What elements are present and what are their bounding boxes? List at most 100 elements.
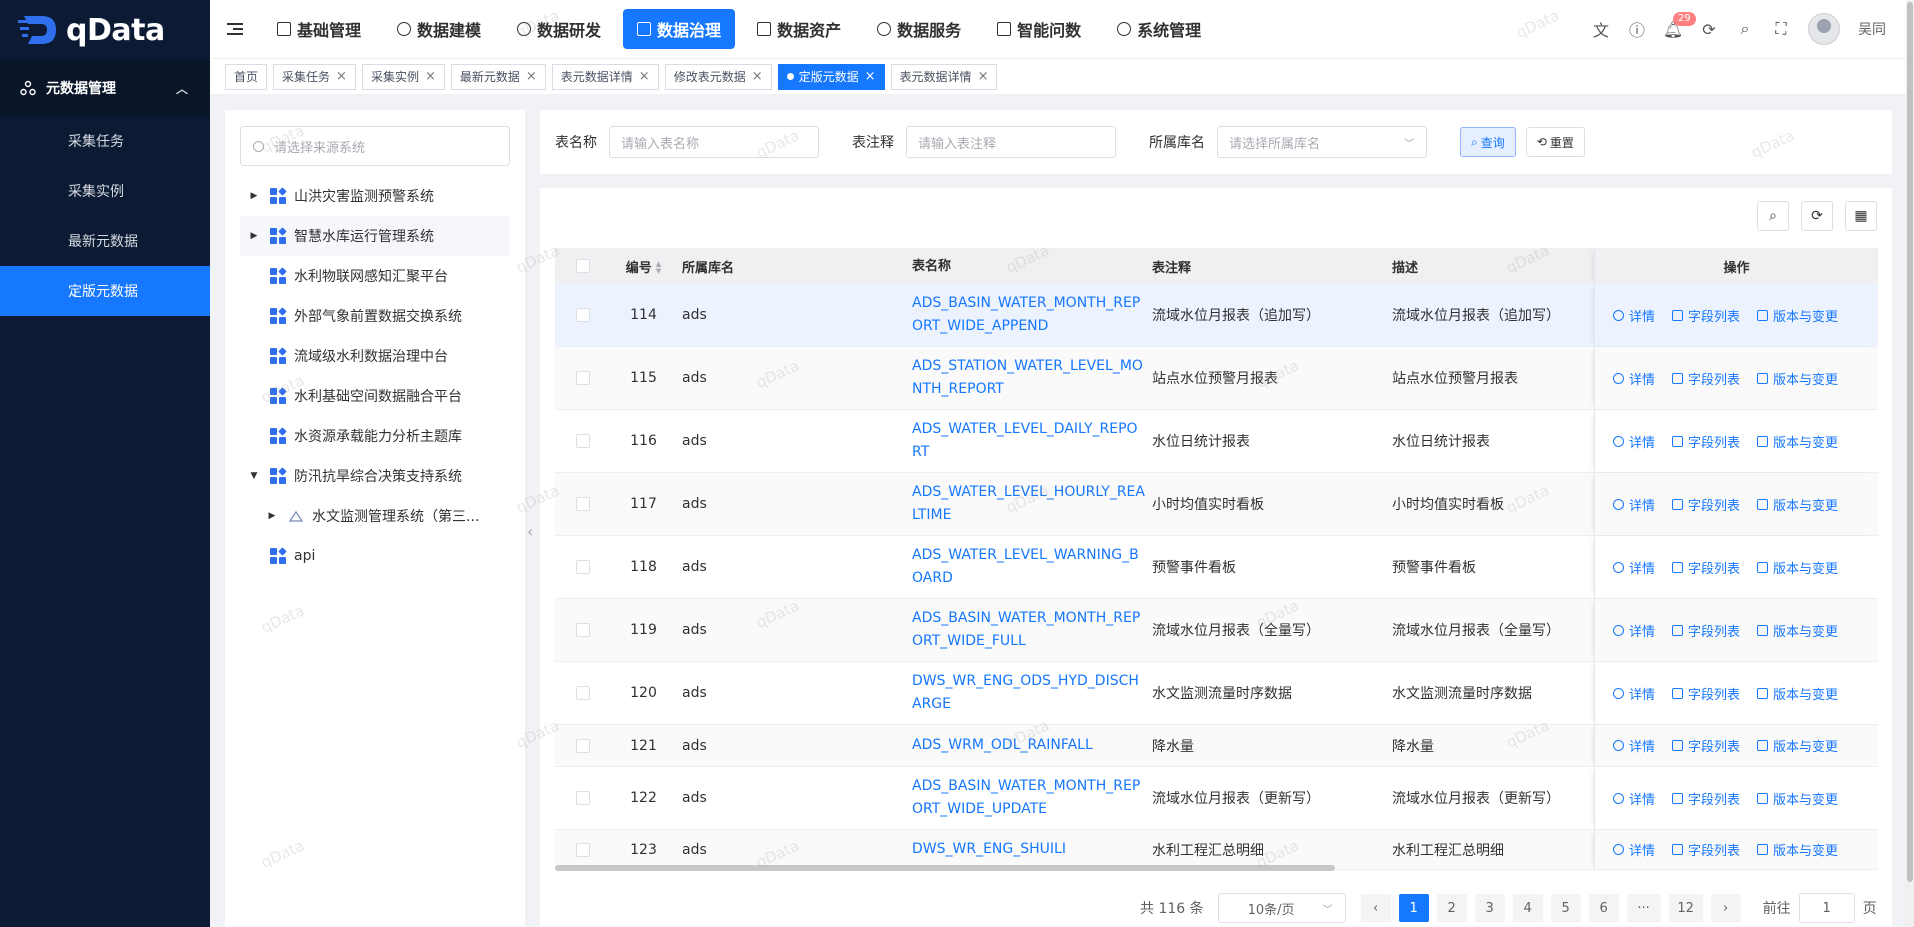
more-pages-button[interactable]: ··· [1626,894,1661,922]
table-row[interactable]: 119 ads ADS_BASIN_WATER_MONTH_REPORT_WIDE_… [555,599,1878,662]
cell-table-name-link[interactable]: ADS_WATER_LEVEL_HOURLY_REALTIME [906,481,1146,527]
cell-table-name-link[interactable]: ADS_WATER_LEVEL_DAILY_REPORT [906,418,1146,464]
version-change-link[interactable]: 版本与变更 [1757,306,1838,325]
close-icon[interactable]: × [336,69,347,84]
nav-data-modeling[interactable]: 数据建模 [383,9,495,49]
table-row[interactable]: 121 ads ADS_WRM_ODL_RAINFALL 降水量 降水量 详情 字段列表 版本… [555,725,1878,767]
columns-button[interactable]: ▦ [1845,201,1877,231]
field-list-link[interactable]: 字段列表 [1672,558,1740,577]
detail-link[interactable]: 详情 [1613,789,1655,808]
cell-table-name-link[interactable]: DWS_WR_ENG_ODS_HYD_DISCHARGE [906,670,1146,716]
prev-page-button[interactable]: ‹ [1360,894,1391,922]
field-list-link[interactable]: 字段列表 [1672,306,1740,325]
detail-link[interactable]: 详情 [1613,621,1655,640]
tab-final-metadata[interactable]: 定版元数据 × [777,63,885,90]
header-id[interactable]: 编号 ▲ ▼ [611,257,676,276]
sidebar-item-latest-metadata[interactable]: 最新元数据 [0,216,210,266]
page-button[interactable]: 5 [1550,894,1581,922]
tab-table-metadata-detail[interactable]: 表元数据详情 × [551,63,659,90]
tree-node[interactable]: 外部气象前置数据交换系统 [240,296,510,336]
refresh-icon[interactable]: ⟳ [1700,20,1718,39]
nav-data-assets[interactable]: 数据资产 [743,9,855,49]
detail-link[interactable]: 详情 [1613,840,1655,859]
cell-table-name-link[interactable]: ADS_BASIN_WATER_MONTH_REPORT_WIDE_APPEND [906,292,1146,338]
field-list-link[interactable]: 字段列表 [1672,789,1740,808]
tree-node[interactable]: ▶ 水文监测管理系统（第三... [240,496,510,536]
cell-table-name-link[interactable]: ADS_WRM_ODL_RAINFALL [906,734,1146,757]
tab-latest-metadata[interactable]: 最新元数据 × [450,63,546,90]
query-button[interactable]: ⌕ 查询 [1460,127,1516,157]
menu-group-metadata[interactable]: 元数据管理 ︿ [0,60,210,116]
menu-fold-icon[interactable] [227,22,243,36]
page-button[interactable]: 2 [1436,894,1467,922]
db-name-select[interactable]: 请选择所属库名 ﹀ [1217,126,1427,158]
close-icon[interactable]: × [752,69,763,84]
field-list-link[interactable]: 字段列表 [1672,736,1740,755]
collapse-panel-icon[interactable]: ‹ [527,522,533,541]
jump-page-input[interactable]: 1 [1798,893,1855,923]
tree-node[interactable]: 流域级水利数据治理中台 [240,336,510,376]
nav-data-development[interactable]: 数据研发 [503,9,615,49]
field-list-link[interactable]: 字段列表 [1672,495,1740,514]
detail-link[interactable]: 详情 [1613,432,1655,451]
page-button[interactable]: 4 [1512,894,1543,922]
detail-link[interactable]: 详情 [1613,558,1655,577]
row-checkbox[interactable] [576,738,590,753]
version-change-link[interactable]: 版本与变更 [1757,369,1838,388]
page-button[interactable]: 12 [1668,894,1703,922]
tree-node[interactable]: ▶ 山洪灾害监测预警系统 [240,176,510,216]
sort-icon[interactable]: ▲ ▼ [656,261,661,275]
logo[interactable]: qData [0,0,210,60]
table-comment-input[interactable]: 请输入表注释 [906,126,1116,158]
row-checkbox[interactable] [576,371,590,385]
user-name[interactable]: 吴同 [1858,19,1886,39]
nav-smart-query[interactable]: 智能问数 [983,9,1095,49]
tree-node[interactable]: ▼ 防汛抗旱综合决策支持系统 [240,456,510,496]
page-scrollbar[interactable] [1906,0,1914,927]
table-row[interactable]: 122 ads ADS_BASIN_WATER_MONTH_REPORT_WIDE_… [555,767,1878,830]
sidebar-item-collect-instance[interactable]: 采集实例 [0,166,210,216]
row-checkbox[interactable] [576,308,590,322]
tree-node[interactable]: ▶ 智慧水库运行管理系统 [240,216,510,256]
cell-table-name-link[interactable]: ADS_STATION_WATER_LEVEL_MONTH_REPORT [906,355,1146,401]
close-icon[interactable]: × [865,69,876,84]
table-row[interactable]: 116 ads ADS_WATER_LEVEL_DAILY_REPORT 水位日统计报… [555,410,1878,473]
sidebar-item-collect-task[interactable]: 采集任务 [0,116,210,166]
table-row[interactable]: 115 ads ADS_STATION_WATER_LEVEL_MONTH_REPO… [555,347,1878,410]
tree-node[interactable]: api [240,536,510,576]
table-row[interactable]: 120 ads DWS_WR_ENG_ODS_HYD_DISCHARGE 水文监测流量… [555,662,1878,725]
search-toggle-button[interactable]: ⌕ [1757,201,1789,231]
reset-button[interactable]: ⟲ 重置 [1525,127,1585,157]
close-icon[interactable]: × [978,69,989,84]
row-checkbox[interactable] [576,842,590,857]
sidebar-item-final-metadata[interactable]: 定版元数据 [0,266,210,316]
table-row[interactable]: 114 ads ADS_BASIN_WATER_MONTH_REPORT_WIDE_… [555,284,1878,347]
field-list-link[interactable]: 字段列表 [1672,369,1740,388]
row-checkbox[interactable] [576,791,590,805]
refresh-button[interactable]: ⟳ [1801,201,1833,231]
version-change-link[interactable]: 版本与变更 [1757,684,1838,703]
avatar[interactable] [1808,13,1840,45]
nav-system-management[interactable]: 系统管理 [1103,9,1215,49]
page-size-select[interactable]: 10条/页 ﹀ [1217,893,1346,923]
version-change-link[interactable]: 版本与变更 [1757,558,1838,577]
row-checkbox[interactable] [576,497,590,511]
detail-link[interactable]: 详情 [1613,495,1655,514]
help-icon[interactable]: ⓘ [1628,20,1646,40]
page-button[interactable]: 3 [1474,894,1505,922]
table-row[interactable]: 117 ads ADS_WATER_LEVEL_HOURLY_REALTIME 小时均… [555,473,1878,536]
tab-edit-table-metadata[interactable]: 修改表元数据 × [664,63,772,90]
nav-basic-management[interactable]: 基础管理 [263,9,375,49]
bell-icon[interactable]: 🔔︎ 29 [1663,12,1696,39]
select-all-checkbox[interactable] [576,259,590,273]
field-list-link[interactable]: 字段列表 [1672,840,1740,859]
cell-table-name-link[interactable]: ADS_WATER_LEVEL_WARNING_BOARD [906,544,1146,590]
page-button[interactable]: 1 [1398,894,1429,922]
search-icon[interactable]: ⌕ [1736,19,1754,38]
version-change-link[interactable]: 版本与变更 [1757,736,1838,755]
detail-link[interactable]: 详情 [1613,736,1655,755]
row-checkbox[interactable] [576,623,590,637]
tab-collect-instance[interactable]: 采集实例 × [361,63,445,90]
nav-data-governance[interactable]: 数据治理 [623,9,736,49]
close-icon[interactable]: × [526,69,537,84]
